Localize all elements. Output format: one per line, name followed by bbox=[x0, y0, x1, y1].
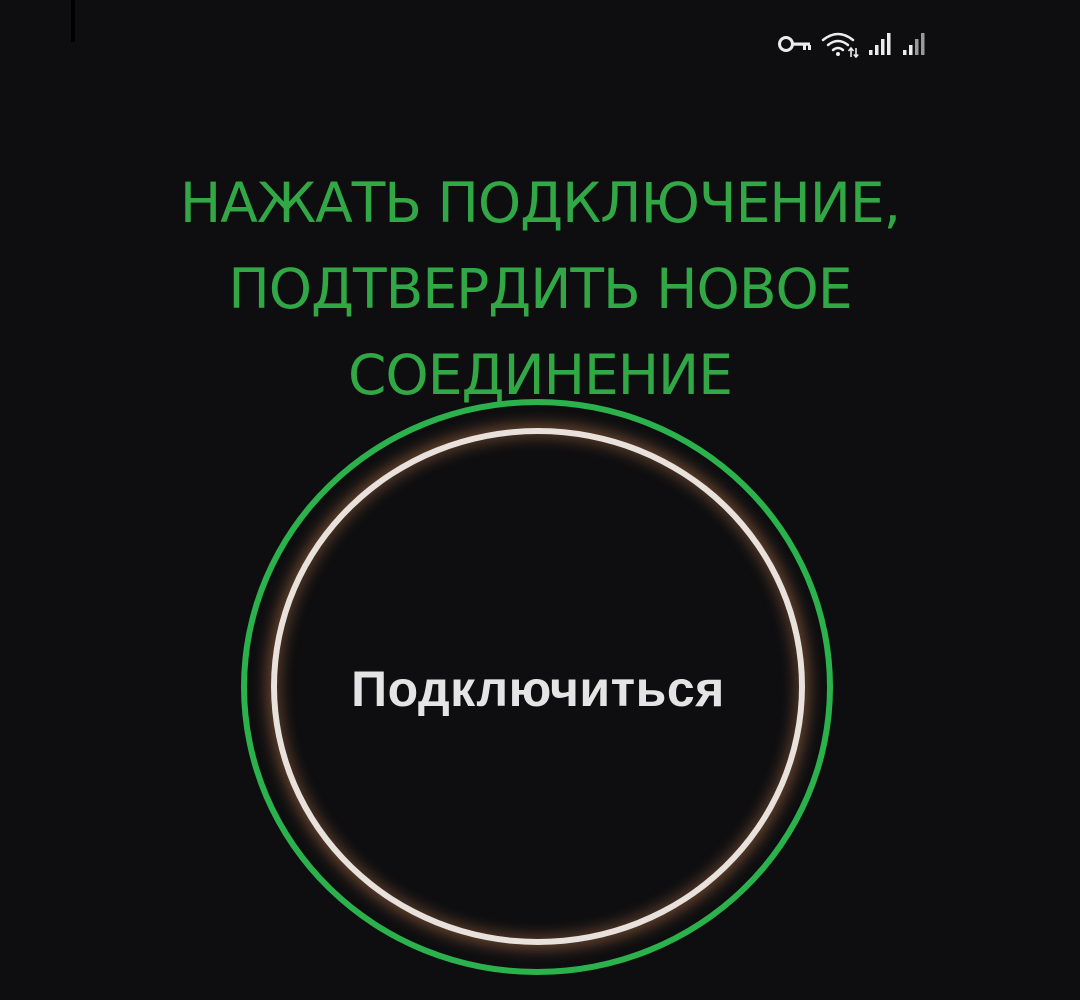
connection-instruction: НАЖАТЬ ПОДКЛЮЧЕНИЕ, ПОДТВЕРДИТЬ НОВОЕ СО… bbox=[0, 160, 1080, 418]
status-bar-icons bbox=[778, 28, 928, 60]
signal-icon bbox=[868, 32, 894, 56]
connect-button-label: Подключиться bbox=[351, 660, 725, 717]
instruction-line: НАЖАТЬ ПОДКЛЮЧЕНИЕ, bbox=[179, 171, 901, 235]
signal-icon-secondary bbox=[902, 32, 928, 56]
connect-button[interactable]: Подключиться bbox=[271, 428, 805, 945]
instruction-line: ПОДТВЕРДИТЬ НОВОЕ bbox=[228, 257, 852, 321]
wifi-icon bbox=[820, 30, 860, 58]
edge-marker bbox=[71, 0, 75, 42]
screen: НАЖАТЬ ПОДКЛЮЧЕНИЕ, ПОДТВЕРДИТЬ НОВОЕ СО… bbox=[0, 0, 1080, 1000]
vpn-key-icon bbox=[778, 34, 812, 54]
